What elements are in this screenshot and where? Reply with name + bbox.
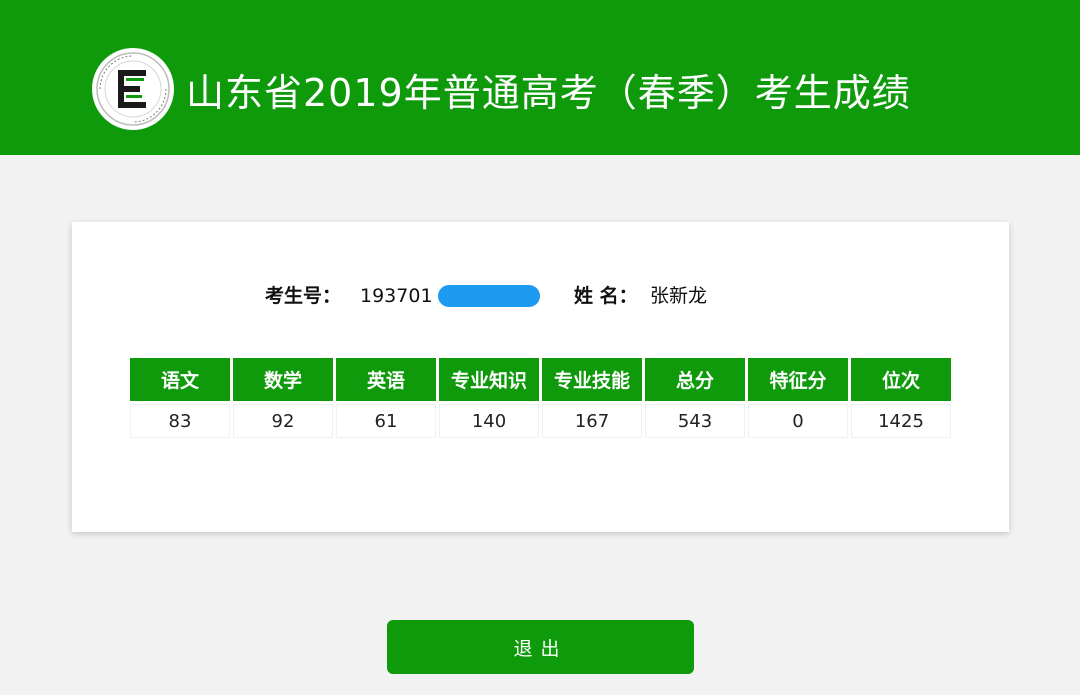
column-header-english: 英语 (336, 358, 436, 401)
score-chinese: 83 (130, 404, 230, 438)
score-professional-knowledge: 140 (439, 404, 539, 438)
score-math: 92 (233, 404, 333, 438)
column-header-chinese: 语文 (130, 358, 230, 401)
column-header-professional-knowledge: 专业知识 (439, 358, 539, 401)
score-table: 语文 数学 英语 专业知识 专业技能 总分 特征分 位次 83 92 61 14… (127, 355, 954, 441)
student-name-label: 姓 名： (574, 285, 638, 307)
student-name-value: 张新龙 (650, 285, 708, 307)
column-header-total: 总分 (645, 358, 745, 401)
score-professional-skill: 167 (542, 404, 642, 438)
exam-authority-logo-icon (92, 48, 174, 130)
student-id-value: 193701 (360, 285, 433, 307)
student-id-redaction (438, 285, 540, 307)
table-row: 83 92 61 140 167 543 0 1425 (130, 404, 951, 438)
page-title: 山东省2019年普通高考（春季）考生成绩 (186, 71, 911, 115)
score-table-header-row: 语文 数学 英语 专业知识 专业技能 总分 特征分 位次 (130, 358, 951, 401)
column-header-feature-score: 特征分 (748, 358, 848, 401)
column-header-math: 数学 (233, 358, 333, 401)
score-english: 61 (336, 404, 436, 438)
score-card: 考生号： 193701 姓 名： 张新龙 语文 数学 英语 专业知识 专业技能 … (72, 222, 1009, 532)
column-header-rank: 位次 (851, 358, 951, 401)
column-header-professional-skill: 专业技能 (542, 358, 642, 401)
page-header: 山东省2019年普通高考（春季）考生成绩 (0, 0, 1080, 155)
logout-button[interactable]: 退出 (387, 620, 694, 674)
score-total: 543 (645, 404, 745, 438)
score-feature: 0 (748, 404, 848, 438)
student-id-label: 考生号： (265, 285, 342, 307)
student-info: 考生号： 193701 姓 名： 张新龙 (72, 280, 1009, 312)
score-rank: 1425 (851, 404, 951, 438)
